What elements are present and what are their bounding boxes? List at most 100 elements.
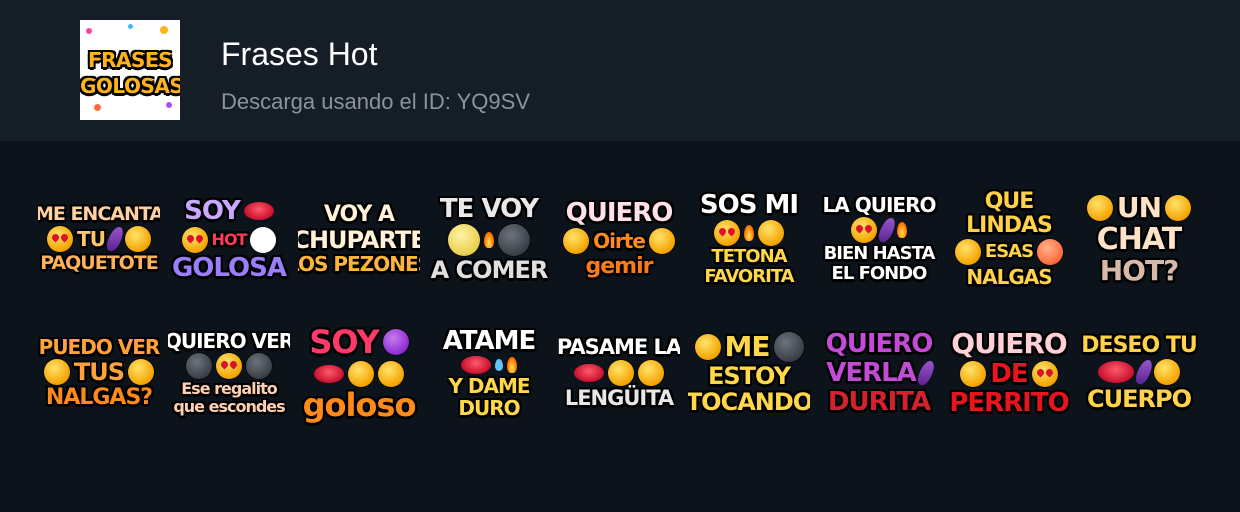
hot-face-icon: [1165, 195, 1192, 221]
heart-eyes-emoji-icon: [714, 220, 740, 246]
woozy-face-icon: [638, 360, 664, 386]
hugging-face-icon: [960, 361, 987, 387]
sticker-text: DURO: [458, 396, 520, 420]
sticker-text: SOS MI: [699, 190, 799, 220]
sticker[interactable]: DESEO TU CUERPO: [1078, 312, 1200, 434]
emoji-row: VERLA: [826, 358, 937, 388]
sticker-text: HOT?: [1099, 254, 1180, 287]
sticker-text: SOY: [184, 196, 241, 226]
fire-icon: [897, 222, 907, 238]
sticker-text: TOCANDO: [688, 388, 810, 416]
sticker-text: NALGAS?: [45, 385, 153, 410]
sticker-text: TUS: [73, 358, 125, 386]
new-moon-face-icon: [186, 353, 212, 379]
sticker-text: QUIERO: [825, 329, 934, 359]
sticker-text: ESTOY: [708, 362, 791, 390]
icon-word: FRASES: [87, 48, 173, 72]
winking-tongue-face-icon: [608, 360, 634, 386]
emoji-row: SOY: [309, 323, 409, 361]
smiling-devil-icon: [382, 329, 409, 355]
emoji-row: [461, 356, 517, 374]
tongue-icon: [574, 364, 604, 382]
pack-icon-image[interactable]: FRASES GOLOSAS: [80, 20, 180, 120]
lips-icon: [1098, 361, 1134, 383]
eggplant-icon: [876, 215, 898, 245]
sticker[interactable]: VOY A CHUPARTE LOS PEZONES: [298, 178, 420, 300]
sticker[interactable]: ME ENCANTA TU PAQUETOTE: [38, 178, 160, 300]
sticker-text: QUIERO VER: [168, 329, 290, 353]
sticker[interactable]: SOY HOT GOLOSA: [168, 178, 290, 300]
sticker[interactable]: SOY goloso: [298, 312, 420, 434]
sticker[interactable]: TE VOY A COMER: [428, 178, 550, 300]
sticker[interactable]: LA QUIERO BIEN HASTA EL FONDO: [818, 178, 940, 300]
icon-word: GOLOSAS: [80, 74, 180, 98]
new-moon-face-icon: [773, 332, 804, 362]
eggplant-icon: [1133, 357, 1155, 387]
fire-icon: [484, 232, 494, 248]
heart-eyes-emoji-icon: [851, 217, 877, 243]
sticker-text: TE VOY: [439, 194, 539, 224]
sticker-text: CHAT: [1096, 222, 1182, 257]
sticker[interactable]: UN CHAT HOT?: [1078, 178, 1200, 300]
sticker-text: QUE: [984, 189, 1035, 214]
new-moon-face-icon: [246, 353, 272, 379]
sticker-text: DURITA: [827, 387, 931, 417]
sticker-text: HOT: [211, 230, 248, 249]
sticker-text: LOS PEZONES: [298, 252, 420, 276]
lips-icon: [243, 202, 274, 220]
sticker-text: SOY: [309, 323, 379, 361]
sticker-text: PAQUETOTE: [40, 252, 158, 274]
sticker-text: TU: [77, 227, 106, 251]
hot-face-icon: [1086, 195, 1113, 221]
sticker-text: NALGAS: [966, 265, 1052, 289]
pack-download-id: Descarga usando el ID: YQ9SV: [221, 89, 530, 114]
heart-eyes-emoji-icon: [216, 353, 242, 379]
sticker-text: LINDAS: [966, 213, 1053, 238]
emoji-row: [186, 353, 272, 379]
sticker-text: VERLA: [826, 358, 917, 388]
sticker-text: LA QUIERO: [822, 193, 937, 217]
emoji-row: [851, 215, 907, 245]
eggplant-icon: [914, 358, 937, 388]
sticker[interactable]: QUIERO VERLA DURITA: [818, 312, 940, 434]
sticker[interactable]: PASAME LA LENGÜITA: [558, 312, 680, 434]
sticker-text: DESEO TU: [1081, 333, 1197, 358]
sticker-text: ME ENCANTA: [38, 203, 160, 225]
emoji-row: SOY: [184, 197, 274, 225]
sticker-text: TETONA: [711, 246, 787, 267]
sticker-text: BIEN HASTA: [823, 243, 936, 264]
smiling-face-icon: [563, 228, 590, 254]
smiling-face-icon: [43, 359, 70, 385]
sticker-text: ESAS: [984, 241, 1034, 262]
sticker-text: PASAME LA: [558, 335, 680, 359]
sticker[interactable]: QUIERO DE PERRITO: [948, 312, 1070, 434]
sticker[interactable]: ATAME Y DAME DURO: [428, 312, 550, 434]
sticker[interactable]: QUIERO VER Ese regalito que escondes: [168, 312, 290, 434]
sweat-drops-icon: [495, 359, 503, 371]
emoji-row: ME: [694, 332, 804, 362]
emoji-row: HOT: [181, 227, 277, 253]
sticker[interactable]: QUIERO Oirte gemir: [558, 178, 680, 300]
sticker[interactable]: SOS MI TETONA FAVORITA: [688, 178, 810, 300]
confetti-dot: [86, 28, 92, 34]
emoji-row: [314, 361, 404, 387]
sticker-text: CHUPARTE: [298, 226, 420, 254]
sticker[interactable]: PUEDO VER TUS NALGAS?: [38, 312, 160, 434]
moon-face-icon: [448, 224, 480, 256]
emoji-row: [448, 224, 530, 256]
sticker[interactable]: QUE LINDAS ESAS NALGAS: [948, 178, 1070, 300]
confetti-dot: [166, 102, 172, 108]
eyes-icon: [250, 227, 277, 253]
sticker-text: EL FONDO: [831, 263, 928, 284]
hot-face-icon: [1154, 359, 1180, 385]
heart-eyes-emoji-icon: [1031, 361, 1058, 387]
sticker-text: QUIERO: [565, 198, 674, 228]
sticker-text: FAVORITA: [704, 266, 794, 287]
lips-icon: [461, 356, 491, 374]
sticker[interactable]: ME ESTOY TOCANDO: [688, 312, 810, 434]
smiling-face-icon: [124, 226, 151, 252]
pleading-face-icon: [694, 334, 721, 360]
eggplant-icon: [104, 224, 126, 254]
confetti-dot: [160, 26, 168, 34]
sticker-text: que escondes: [173, 397, 285, 416]
